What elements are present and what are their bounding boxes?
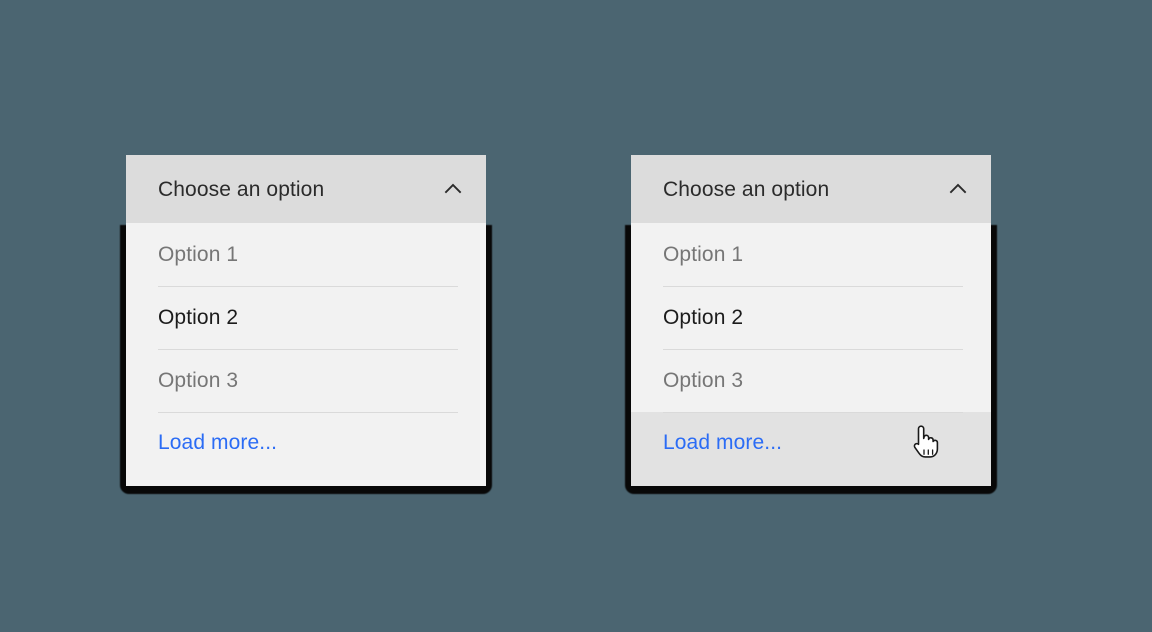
dropdown-trigger[interactable]: Choose an option xyxy=(126,155,486,223)
menu-bottom-padding xyxy=(126,474,486,486)
dropdown-menu: Option 1 Option 2 Option 3 Load more... xyxy=(631,223,991,474)
list-item[interactable]: Option 3 xyxy=(631,349,991,412)
dropdown-trigger-label: Choose an option xyxy=(663,177,830,201)
load-more-label: Load more... xyxy=(663,431,783,454)
dropdown-menu-shadow: Option 1 Option 2 Option 3 Load more... xyxy=(126,223,486,486)
canvas: Choose an option Option 1 Option 2 Optio… xyxy=(0,0,1152,632)
list-item[interactable]: Option 2 xyxy=(631,286,991,349)
dropdown-trigger[interactable]: Choose an option xyxy=(631,155,991,223)
list-item[interactable]: Option 1 xyxy=(126,223,486,286)
list-item[interactable]: Option 2 xyxy=(126,286,486,349)
dropdown-default[interactable]: Choose an option Option 1 Option 2 Optio… xyxy=(126,155,486,486)
list-item-label: Option 2 xyxy=(663,305,744,329)
list-item-label: Option 3 xyxy=(158,368,239,392)
dropdown-hover[interactable]: Choose an option Option 1 Option 2 Optio… xyxy=(631,155,991,486)
list-item-label: Option 2 xyxy=(158,305,239,329)
list-item-label: Option 3 xyxy=(663,368,744,392)
load-more-button[interactable]: Load more... xyxy=(631,412,991,474)
list-item-label: Option 1 xyxy=(158,242,239,266)
dropdown-trigger-label: Choose an option xyxy=(158,177,325,201)
chevron-up-icon[interactable] xyxy=(440,176,466,202)
dropdown-menu: Option 1 Option 2 Option 3 Load more... xyxy=(126,223,486,474)
menu-bottom-padding xyxy=(631,474,991,486)
load-more-label: Load more... xyxy=(158,431,278,454)
list-item[interactable]: Option 3 xyxy=(126,349,486,412)
list-item[interactable]: Option 1 xyxy=(631,223,991,286)
dropdown-menu-shadow: Option 1 Option 2 Option 3 Load more... xyxy=(631,223,991,486)
chevron-up-icon[interactable] xyxy=(945,176,971,202)
load-more-button[interactable]: Load more... xyxy=(126,412,486,474)
list-item-label: Option 1 xyxy=(663,242,744,266)
